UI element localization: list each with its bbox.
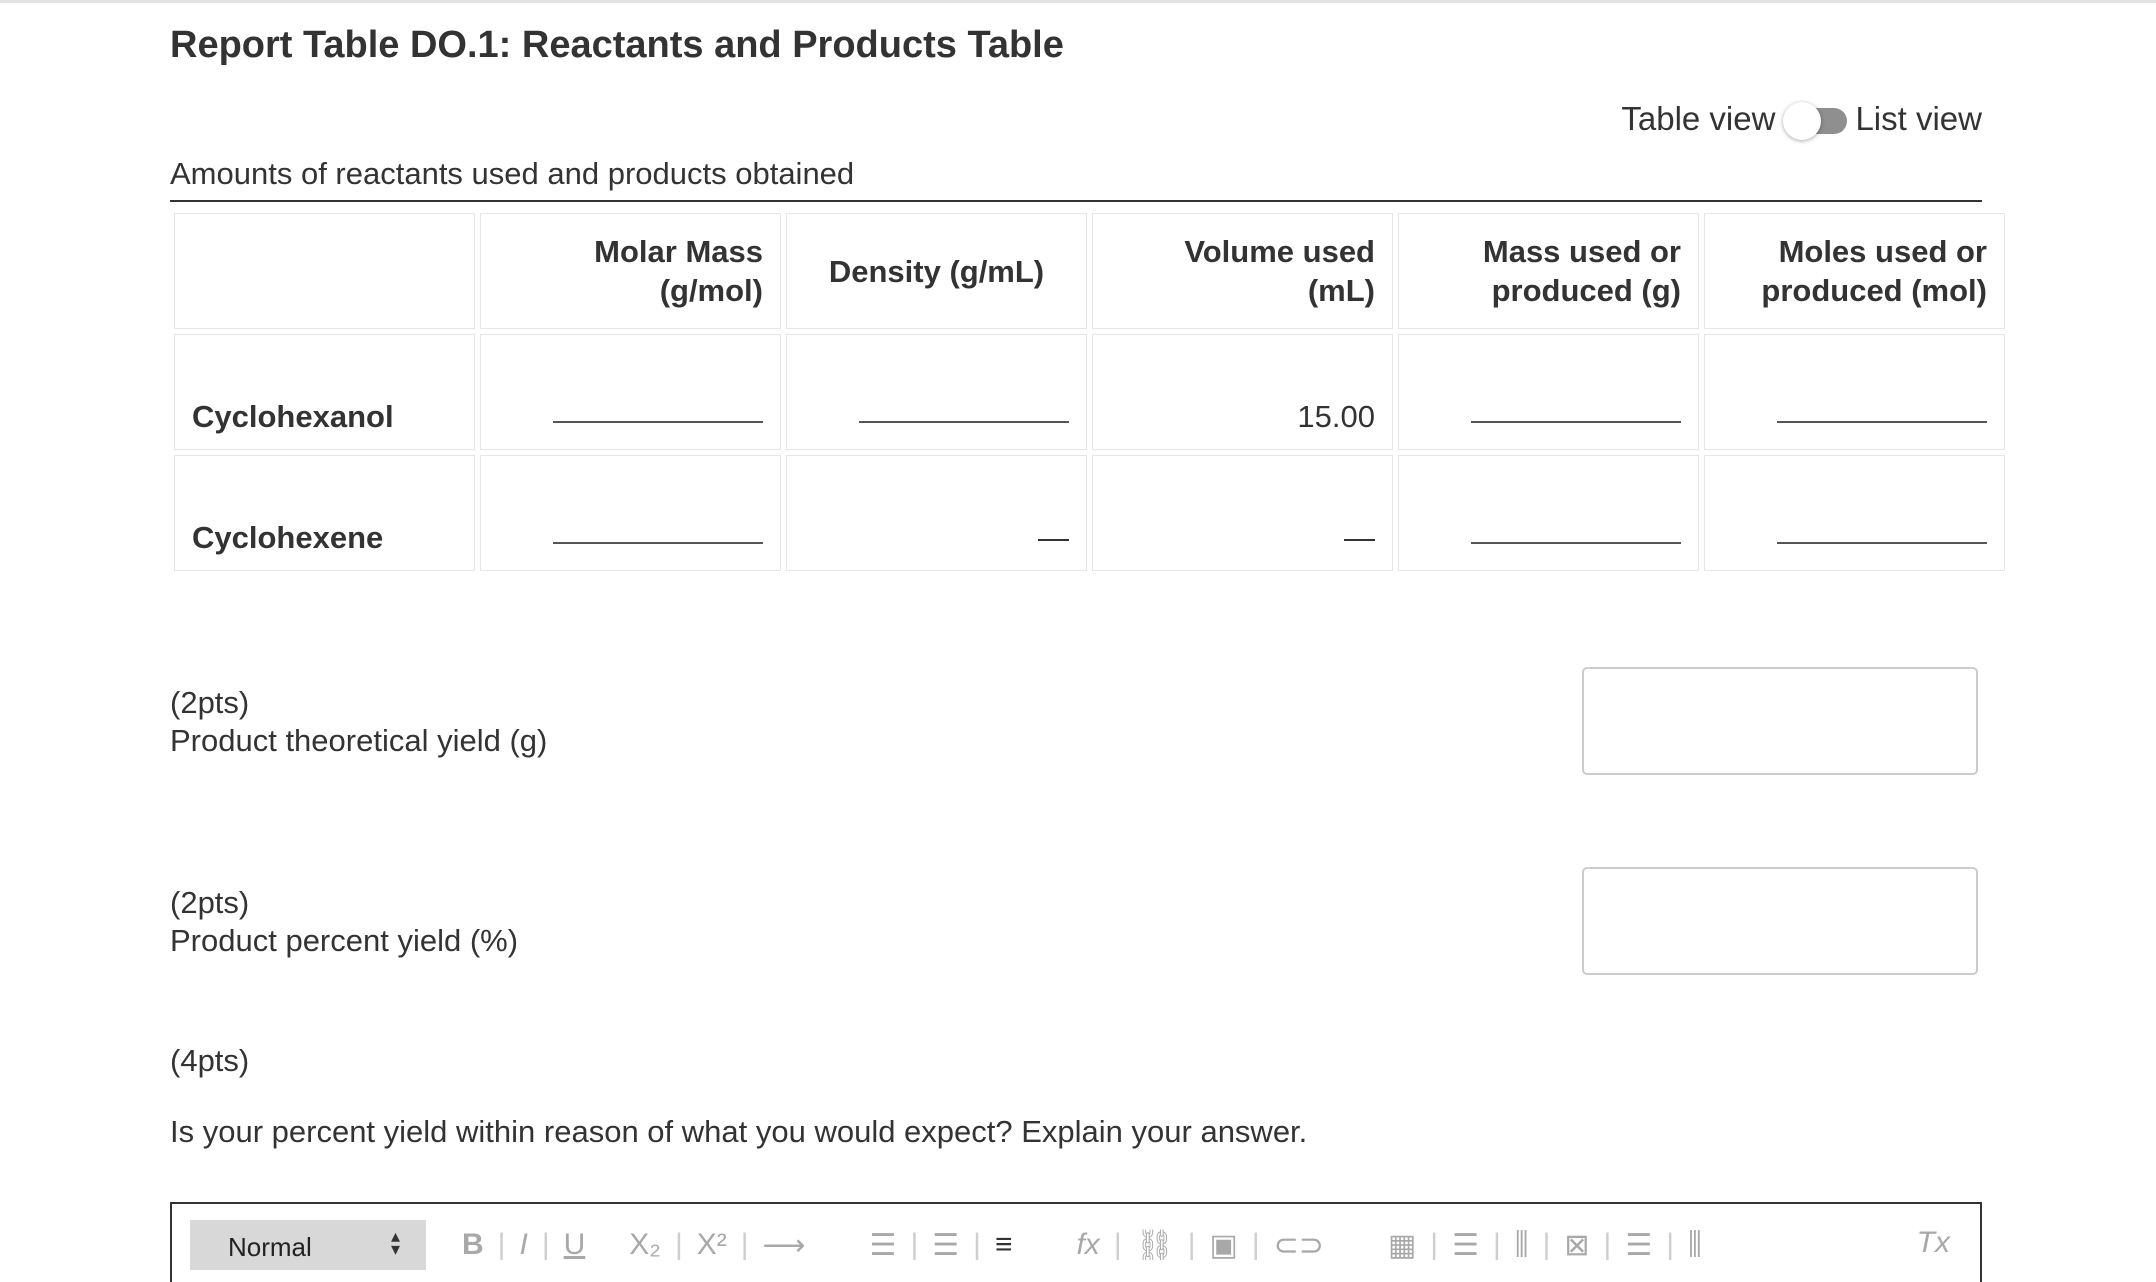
image-icon[interactable]: ▣	[1210, 1228, 1238, 1263]
question-points: (2pts)	[170, 685, 250, 720]
toolbar-separator: |	[1187, 1228, 1196, 1261]
header-moles: Moles used or produced (mol)	[1704, 213, 2005, 329]
question-percent-yield: (2pts) Product percent yield (%)	[170, 884, 518, 960]
cyclohexanol-density-cell	[786, 334, 1087, 450]
question-label: Product percent yield (%)	[170, 923, 519, 958]
header-molar-mass-line1: Molar Mass	[594, 234, 763, 269]
cyclohexanol-volume-value: 15.00	[1297, 399, 1375, 434]
insert-row-icon[interactable]: ☰	[1452, 1228, 1479, 1263]
delete-column-icon[interactable]: ⫼	[1688, 1228, 1702, 1262]
header-moles-line2: produced (mol)	[1761, 273, 1987, 308]
toolbar-separator: |	[1251, 1228, 1260, 1261]
insert-column-icon[interactable]: ⫼	[1515, 1228, 1529, 1262]
header-moles-line1: Moles used or	[1778, 234, 1987, 269]
bullet-list-icon[interactable]: ☰	[932, 1228, 959, 1263]
header-mass-line1: Mass used or	[1482, 234, 1681, 269]
header-molar-mass-line2: (g/mol)	[659, 273, 763, 308]
cyclohexanol-mass-cell	[1398, 334, 1699, 450]
view-toggle: Table view List view	[1621, 100, 1982, 140]
toolbar-separator: |	[674, 1228, 683, 1261]
bold-button[interactable]: B	[462, 1228, 484, 1262]
cyclohexanol-moles-cell	[1704, 334, 2005, 450]
row-label-cyclohexanol: Cyclohexanol	[174, 334, 475, 450]
toolbar-separator: |	[973, 1228, 981, 1261]
cyclohexanol-molar-mass-cell	[480, 334, 781, 450]
cyclohexene-moles-cell	[1704, 455, 2005, 571]
cyclohexene-volume-cell: —	[1092, 455, 1393, 571]
header-blank	[174, 213, 475, 329]
cyclohexanol-moles-input[interactable]	[1777, 401, 1987, 423]
cyclohexene-mass-input[interactable]	[1471, 522, 1681, 544]
header-volume-line1: Volume used	[1184, 234, 1375, 269]
underline-button[interactable]: U	[564, 1228, 586, 1262]
align-icon[interactable]: ≡	[995, 1228, 1013, 1262]
italic-button[interactable]: I	[519, 1228, 527, 1262]
cyclohexene-moles-input[interactable]	[1777, 522, 1987, 544]
question-explanation-points: (4pts)	[170, 1043, 250, 1078]
top-border	[0, 0, 2156, 3]
header-mass-line2: produced (g)	[1491, 273, 1681, 308]
cyclohexene-density-cell: —	[786, 455, 1087, 571]
toolbar-separator: |	[541, 1228, 550, 1261]
toolbar-separator: |	[497, 1228, 506, 1261]
formula-icon[interactable]: fx	[1076, 1228, 1099, 1262]
cyclohexanol-mass-input[interactable]	[1471, 401, 1681, 423]
clear-format-icon[interactable]: Tx	[1917, 1226, 1950, 1260]
table-caption: Amounts of reactants used and products o…	[170, 156, 1982, 202]
list-view-label[interactable]: List view	[1855, 100, 1982, 138]
link-icon[interactable]: ⛓	[1136, 1228, 1174, 1263]
toggle-knob[interactable]	[1783, 102, 1822, 140]
table-row-cyclohexene: Cyclohexene — —	[174, 455, 2005, 571]
question-points: (2pts)	[170, 885, 250, 920]
toolbar-separator: |	[1666, 1228, 1675, 1261]
page-title: Report Table DO.1: Reactants and Product…	[170, 24, 1064, 66]
theoretical-yield-input[interactable]	[1582, 667, 1978, 775]
delete-row-icon[interactable]: ☰	[1625, 1228, 1652, 1263]
header-density: Density (g/mL)	[786, 213, 1087, 329]
toolbar-separator: |	[1542, 1228, 1551, 1261]
cyclohexanol-density-input[interactable]	[859, 401, 1069, 423]
cyclohexene-density-value: —	[1038, 520, 1069, 555]
toolbar-separator: |	[740, 1228, 749, 1261]
cyclohexanol-molar-mass-input[interactable]	[553, 401, 763, 423]
toolbar-separator: |	[1603, 1228, 1612, 1261]
select-arrows-icon: ▴ ▾	[390, 1226, 400, 1259]
format-select-value: Normal	[228, 1232, 312, 1262]
format-select[interactable]: Normal ▴ ▾	[190, 1220, 426, 1270]
cyclohexene-volume-value: —	[1344, 520, 1375, 555]
subscript-button[interactable]: X₂	[629, 1228, 661, 1262]
table-header-row: Molar Mass (g/mol) Density (g/mL) Volume…	[174, 213, 2005, 329]
cyclohexene-mass-cell	[1398, 455, 1699, 571]
table-view-label[interactable]: Table view	[1621, 100, 1775, 138]
table-row-cyclohexanol: Cyclohexanol 15.00	[174, 334, 2005, 450]
header-volume: Volume used (mL)	[1092, 213, 1393, 329]
row-label-cyclohexene: Cyclohexene	[174, 455, 475, 571]
cyclohexanol-volume-cell: 15.00	[1092, 334, 1393, 450]
rich-text-editor: Normal ▴ ▾ B | I | U X₂ | X² | ⟶ ☰ | ☰ | …	[170, 1202, 1982, 1282]
delete-table-icon[interactable]: ⊠	[1564, 1228, 1589, 1263]
ordered-list-icon[interactable]: ☰	[870, 1228, 897, 1263]
view-toggle-switch[interactable]	[1783, 102, 1849, 140]
editor-toolbar: Normal ▴ ▾ B | I | U X₂ | X² | ⟶ ☰ | ☰ | …	[190, 1220, 1702, 1270]
question-label: Product theoretical yield (g)	[170, 723, 548, 758]
toolbar-separator: |	[1430, 1228, 1439, 1261]
cyclohexene-molar-mass-cell	[480, 455, 781, 571]
toolbar-separator: |	[910, 1228, 919, 1261]
embed-icon[interactable]: ⊂⊃	[1274, 1228, 1324, 1263]
question-theoretical-yield: (2pts) Product theoretical yield (g)	[170, 684, 547, 760]
question-explanation-label: Is your percent yield within reason of w…	[170, 1114, 1308, 1149]
table-icon[interactable]: ▦	[1388, 1228, 1416, 1263]
percent-yield-input[interactable]	[1582, 867, 1978, 975]
reactants-products-table: Molar Mass (g/mol) Density (g/mL) Volume…	[169, 208, 2010, 576]
header-volume-line2: (mL)	[1307, 273, 1375, 308]
header-mass: Mass used or produced (g)	[1398, 213, 1699, 329]
arrow-button[interactable]: ⟶	[763, 1228, 806, 1263]
toolbar-separator: |	[1493, 1228, 1501, 1261]
toolbar-separator: |	[1113, 1228, 1122, 1261]
cyclohexene-molar-mass-input[interactable]	[553, 522, 763, 544]
superscript-button[interactable]: X²	[697, 1228, 727, 1262]
header-molar-mass: Molar Mass (g/mol)	[480, 213, 781, 329]
